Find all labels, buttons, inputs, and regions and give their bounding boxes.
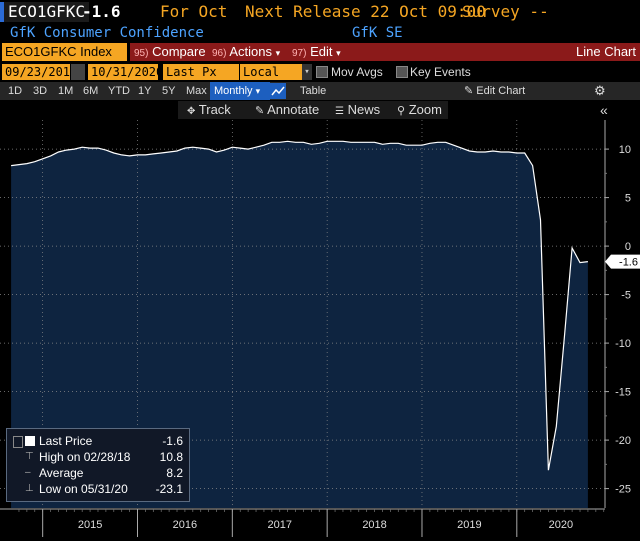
y-tick-label: -25 <box>615 484 631 496</box>
zoom-icon: ⚲ <box>397 105 406 117</box>
x-tick-label: 2015 <box>78 519 102 531</box>
period-1y[interactable]: 1Y <box>138 82 151 100</box>
edit-chart-icon: ✎ <box>464 85 474 97</box>
key-events-checkbox[interactable] <box>396 66 408 78</box>
actions-caret-icon: ▾ <box>275 48 281 58</box>
frequency-caret-icon: ▾ <box>255 86 261 96</box>
period-1m[interactable]: 1M <box>58 82 73 100</box>
index-tab[interactable]: ECO1GFKC Index <box>2 43 127 61</box>
chart-toolbar: ✥ Track ✎ Annotate ☰ News ⚲ Zoom « <box>0 100 640 120</box>
actions-number: 96) <box>212 48 227 59</box>
legend-low-icon: ⊥ <box>25 483 34 494</box>
currency-select[interactable]: Local CCY <box>240 64 304 95</box>
end-date-input[interactable]: 10/31/2020 <box>88 64 163 80</box>
frequency-label: Monthly <box>214 85 253 97</box>
legend-value: -23.1 <box>155 482 183 496</box>
security-source: GfK SE <box>352 25 403 41</box>
x-tick-label: 2017 <box>267 519 291 531</box>
for-period: For Oct <box>160 2 228 21</box>
security-name: GfK Consumer Confidence <box>10 25 204 41</box>
chart-legend[interactable]: Last Price -1.6 ⊤ High on 02/28/18 10.8 … <box>6 428 190 502</box>
x-tick-label: 2020 <box>549 519 573 531</box>
survey: Survey -- <box>462 2 549 21</box>
news-icon: ☰ <box>335 106 344 117</box>
gear-icon[interactable]: ⚙ <box>594 82 606 100</box>
actions-menu[interactable]: 96) Actions ▾ <box>208 43 290 61</box>
line-chart-icon[interactable] <box>270 83 286 99</box>
menu-bar: ECO1GFKC Index 95) Compare 96) Actions ▾… <box>0 42 640 62</box>
compare-menu[interactable]: 95) Compare <box>130 43 210 61</box>
mov-avgs-label: Mov Avgs <box>331 65 383 79</box>
edit-number: 97) <box>292 48 307 59</box>
x-tick-label: 2018 <box>362 519 386 531</box>
y-tick-label: -20 <box>615 435 631 447</box>
annotate-button[interactable]: ✎ Annotate <box>255 101 319 119</box>
period-3d[interactable]: 3D <box>33 82 47 100</box>
compare-number: 95) <box>134 48 149 59</box>
mov-avgs-checkbox[interactable] <box>316 66 328 78</box>
y-tick-label: 5 <box>625 193 631 205</box>
legend-key: Low on 05/31/20 <box>39 482 128 496</box>
legend-high: ⊤ High on 02/28/18 10.8 <box>7 449 189 465</box>
legend-high-icon: ⊤ <box>25 451 34 462</box>
date-range-separator <box>71 64 85 80</box>
y-tick-label: -10 <box>615 338 631 350</box>
next-release: Next Release 22 Oct 09:00 <box>245 2 486 21</box>
legend-value: 8.2 <box>166 466 183 480</box>
last-value: -1.6 <box>82 2 121 21</box>
edit-label: Edit <box>310 44 333 59</box>
y-tick-label: -15 <box>615 387 631 399</box>
period-1d[interactable]: 1D <box>8 82 22 100</box>
security-description: GfK Consumer Confidence GfK SE <box>0 24 640 42</box>
last-value-label: -1.6 <box>619 257 638 269</box>
legend-box-icon <box>13 436 23 448</box>
y-tick-label: 10 <box>619 144 631 156</box>
y-tick-label: 0 <box>625 241 631 253</box>
period-5y[interactable]: 5Y <box>162 82 175 100</box>
x-tick-label: 2016 <box>173 519 197 531</box>
compare-label: Compare <box>152 44 206 59</box>
news-button[interactable]: ☰ News <box>335 101 380 119</box>
edit-chart-button[interactable]: ✎ Edit Chart <box>464 82 525 100</box>
annotate-label: Annotate <box>267 102 320 117</box>
table-button[interactable]: Table <box>300 82 326 100</box>
frequency-select[interactable]: Monthly ▾ <box>210 82 270 100</box>
field-select[interactable]: Last Px <box>163 64 239 80</box>
legend-value: 10.8 <box>159 450 183 464</box>
legend-average-icon: – <box>25 467 31 478</box>
period-bar: 1D 3D 1M 6M YTD 1Y 5Y Max Monthly ▾ Tabl… <box>0 82 640 100</box>
track-label: Track <box>198 102 231 117</box>
legend-key: High on 02/28/18 <box>39 450 131 464</box>
legend-low: ⊥ Low on 05/31/20 -23.1 <box>7 481 189 497</box>
x-tick-label: 2019 <box>457 519 481 531</box>
zoom-label: Zoom <box>408 102 442 117</box>
y-tick-label: -5 <box>621 290 631 302</box>
period-6m[interactable]: 6M <box>83 82 98 100</box>
edit-caret-icon: ▾ <box>336 48 341 58</box>
legend-last-price-icon <box>25 436 35 446</box>
ticker-symbol[interactable]: ECO1GFKC <box>0 2 90 22</box>
legend-value: -1.6 <box>162 434 183 448</box>
chart-type-label: Line Chart <box>350 43 640 61</box>
key-events-label: Key Events <box>410 65 471 79</box>
legend-average: – Average 8.2 <box>7 465 189 481</box>
actions-label: Actions <box>229 44 272 59</box>
annotate-icon: ✎ <box>255 105 265 117</box>
period-ytd[interactable]: YTD <box>108 82 130 100</box>
legend-key: Average <box>39 466 84 480</box>
chart-controls: 09/23/2014 10/31/2020 Last Px Local CCY … <box>0 62 640 95</box>
news-label: News <box>347 102 381 117</box>
edit-menu[interactable]: 97) Edit ▾ <box>288 43 352 61</box>
track-button[interactable]: ✥ Track <box>187 101 231 119</box>
legend-last-price: Last Price -1.6 <box>7 433 189 449</box>
legend-key: Last Price <box>39 434 93 448</box>
collapse-icon[interactable]: « <box>600 101 608 119</box>
currency-caret-icon[interactable]: ▾ <box>302 64 312 80</box>
edit-chart-label: Edit Chart <box>476 85 526 97</box>
start-date-input[interactable]: 09/23/2014 <box>2 64 77 80</box>
track-icon: ✥ <box>187 106 196 117</box>
zoom-button[interactable]: ⚲ Zoom <box>397 101 442 119</box>
security-header: ECO1GFKC -1.6 For Oct Next Release 22 Oc… <box>0 0 640 24</box>
period-max[interactable]: Max <box>186 82 207 100</box>
